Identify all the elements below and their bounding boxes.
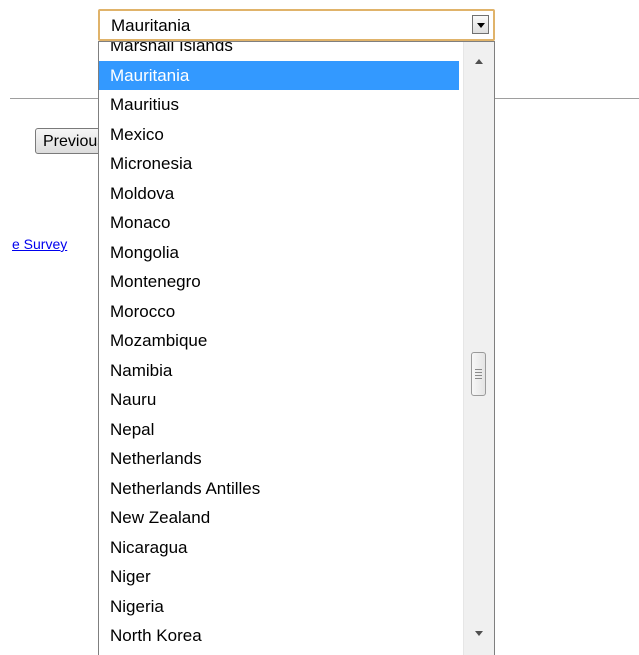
scroll-up-arrow-icon[interactable] <box>464 54 494 70</box>
country-select[interactable]: Mauritania <box>98 9 495 41</box>
dropdown-option[interactable]: Mexico <box>99 120 459 150</box>
dropdown-option[interactable]: Netherlands <box>99 444 459 474</box>
dropdown-option[interactable]: New Zealand <box>99 503 459 533</box>
grip-line <box>475 375 482 376</box>
dropdown-option[interactable]: Monaco <box>99 208 459 238</box>
dropdown-option[interactable]: Nigeria <box>99 592 459 622</box>
scroll-down-arrow-icon[interactable] <box>464 626 494 642</box>
dropdown-option[interactable]: Mongolia <box>99 238 459 268</box>
dropdown-option[interactable]: North Korea <box>99 621 459 651</box>
grip-line <box>475 378 482 379</box>
dropdown-option[interactable]: Moldova <box>99 179 459 209</box>
dropdown-option[interactable]: Niger <box>99 562 459 592</box>
dropdown-option[interactable]: Nicaragua <box>99 533 459 563</box>
dropdown-option[interactable]: Montenegro <box>99 267 459 297</box>
dropdown-option[interactable]: Namibia <box>99 356 459 386</box>
country-dropdown-list[interactable]: Marshall Islands Mauritania Mauritius Me… <box>98 41 495 655</box>
dropdown-option[interactable]: Mauritius <box>99 90 459 120</box>
dropdown-option[interactable]: Netherlands Antilles <box>99 474 459 504</box>
chevron-down-icon[interactable] <box>472 15 489 34</box>
dropdown-option[interactable]: Mozambique <box>99 326 459 356</box>
grip-line <box>475 372 482 373</box>
grip-line <box>475 369 482 370</box>
dropdown-option[interactable]: Nepal <box>99 415 459 445</box>
dropdown-scrollbar[interactable] <box>463 42 494 655</box>
options-list: Marshall Islands Mauritania Mauritius Me… <box>99 42 459 651</box>
page: Previous e Survey Mauritania Marshall Is… <box>0 0 639 655</box>
country-select-value: Mauritania <box>111 16 191 35</box>
dropdown-option[interactable]: Nauru <box>99 385 459 415</box>
dropdown-option[interactable]: Micronesia <box>99 149 459 179</box>
dropdown-option[interactable]: Mauritania <box>99 60 459 90</box>
dropdown-option[interactable]: Marshall Islands <box>99 42 459 61</box>
dropdown-option[interactable]: Morocco <box>99 297 459 327</box>
survey-link[interactable]: e Survey <box>12 236 67 252</box>
scrollbar-thumb[interactable] <box>471 352 486 396</box>
